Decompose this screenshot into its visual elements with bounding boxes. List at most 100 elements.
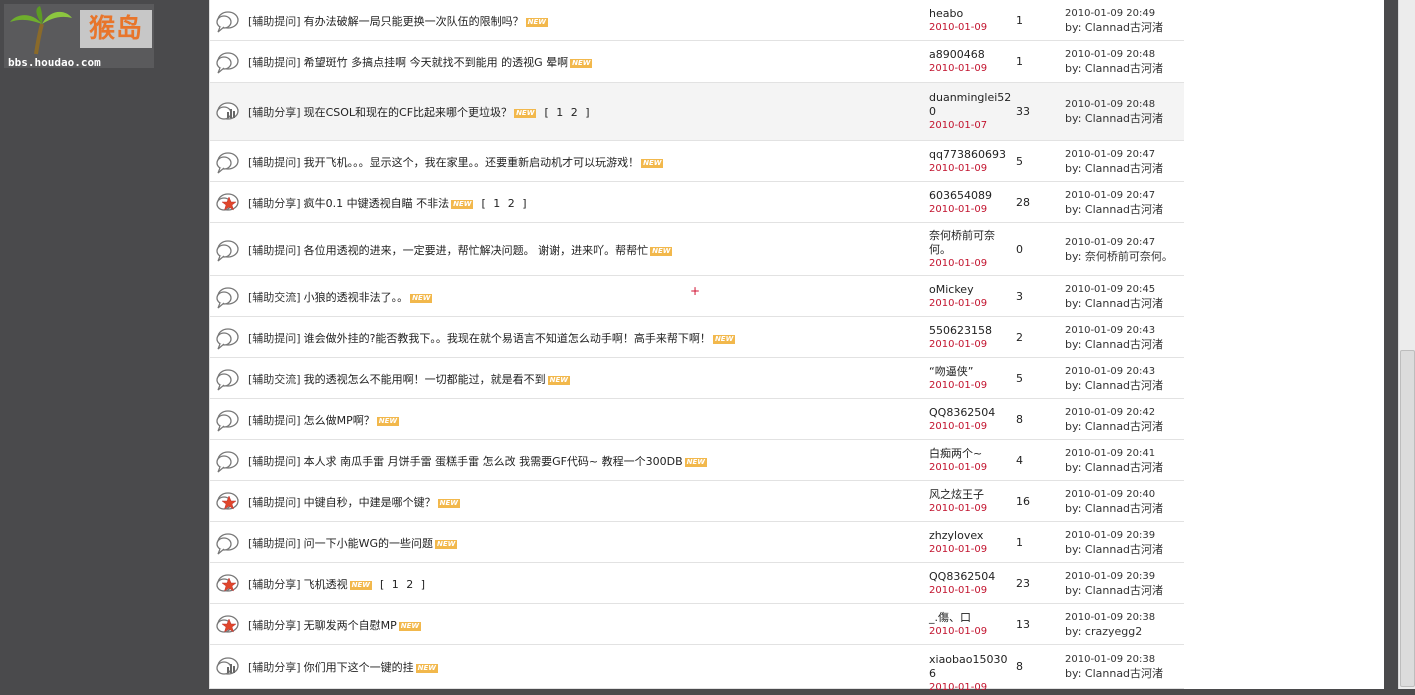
scrollbar-thumb[interactable] xyxy=(1400,350,1415,687)
thread-title-link[interactable]: 有办法破解一局只能更换一次队伍的限制吗？ xyxy=(304,15,524,28)
thread-row[interactable]: [辅助分享] 你们用下这个一键的挂 NEW xiaobao150306 2010-01-… xyxy=(210,645,1184,693)
last-post-time[interactable]: 2010-01-09 20:43 xyxy=(1065,324,1163,338)
thread-row[interactable]: [辅助提问] 怎么做MP啊？ NEW QQ8362504 2010-01-09 8 2010… xyxy=(210,399,1184,440)
thread-category[interactable]: [辅助提问] xyxy=(248,244,301,257)
author-name[interactable]: heabo xyxy=(929,7,1013,21)
thread-row[interactable]: [辅助提问] 本人求 南瓜手雷 月饼手雷 蛋糕手雷 怎么改 我需要GF代码~ 教程… xyxy=(210,440,1184,481)
last-post-author[interactable]: by: Clannad古河渚 xyxy=(1065,62,1163,76)
author-name[interactable]: QQ8362504 xyxy=(929,406,1013,420)
last-post-time[interactable]: 2010-01-09 20:41 xyxy=(1065,447,1163,461)
last-post-author[interactable]: by: Clannad古河渚 xyxy=(1065,584,1163,598)
author-name[interactable]: qq773860693 xyxy=(929,148,1013,162)
last-post-author[interactable]: by: Clannad古河渚 xyxy=(1065,297,1163,311)
author-name[interactable]: QQ8362504 xyxy=(929,570,1013,584)
author-name[interactable]: 550623158 xyxy=(929,324,1013,338)
thread-row[interactable]: [辅助分享] 无聊发两个自慰MP NEW _.傷、口 2010-01-09 13 2010-… xyxy=(210,604,1184,645)
last-post-time[interactable]: 2010-01-09 20:47 xyxy=(1065,189,1163,203)
thread-title-link[interactable]: 问一下小能WG的一些问题 xyxy=(304,537,433,550)
author-name[interactable]: “吻逼侠” xyxy=(929,365,1013,379)
thread-category[interactable]: [辅助提问] xyxy=(248,332,301,345)
thread-title-link[interactable]: 怎么做MP啊？ xyxy=(304,414,375,427)
last-post-time[interactable]: 2010-01-09 20:42 xyxy=(1065,406,1163,420)
author-name[interactable]: zhzylovex xyxy=(929,529,1013,543)
last-post-author[interactable]: by: Clannad古河渚 xyxy=(1065,21,1163,35)
last-post-author[interactable]: by: crazyegg2 xyxy=(1065,625,1155,639)
thread-category[interactable]: [辅助分享] xyxy=(248,197,301,210)
thread-category[interactable]: [辅助提问] xyxy=(248,414,301,427)
thread-title-link[interactable]: 我开飞机。。。显示这个，我在家里。。还要重新启动机才可以玩游戏！ xyxy=(304,156,640,169)
last-post-time[interactable]: 2010-01-09 20:39 xyxy=(1065,529,1163,543)
last-post-author[interactable]: by: Clannad古河渚 xyxy=(1065,667,1163,681)
thread-title-link[interactable]: 飞机透视 xyxy=(304,578,348,591)
thread-row[interactable]: [辅助提问] 有办法破解一局只能更换一次队伍的限制吗？ NEW heabo 2010-0… xyxy=(210,0,1184,41)
author-name[interactable]: xiaobao150306 xyxy=(929,653,1013,681)
thread-pages[interactable]: [ 1 2 ] xyxy=(481,197,528,210)
last-post-author[interactable]: by: Clannad古河渚 xyxy=(1065,338,1163,352)
last-post-time[interactable]: 2010-01-09 20:48 xyxy=(1065,98,1163,112)
thread-row[interactable]: [辅助分享] 飞机透视 NEW[ 1 2 ] QQ8362504 2010-01-09 2… xyxy=(210,563,1184,604)
last-post-author[interactable]: by: Clannad古河渚 xyxy=(1065,112,1163,126)
thread-row[interactable]: [辅助提问] 谁会做外挂的?能否教我下。。我现在就个易语言不知道怎么动手啊！高手来… xyxy=(210,317,1184,358)
thread-row[interactable]: [辅助分享] 现在CSOL和现在的CF比起来哪个更垃圾？ NEW [ 1 2 ] dua… xyxy=(210,83,1184,141)
thread-category[interactable]: [辅助提问] xyxy=(248,455,301,468)
author-name[interactable]: 奈何桥前可奈何。 xyxy=(929,229,1013,257)
thread-row[interactable]: [辅助分享] 疯牛0.1 中键透视自瞄 不非法 NEW [ 1 2 ] 60365408… xyxy=(210,182,1184,223)
thread-title-link[interactable]: 本人求 南瓜手雷 月饼手雷 蛋糕手雷 怎么改 我需要GF代码~ 教程一个300D… xyxy=(304,455,683,468)
thread-row[interactable]: [辅助交流] 小狼的透视非法了。。 NEW oMickey 2010-01-09 3 201… xyxy=(210,276,1184,317)
author-name[interactable]: _.傷、口 xyxy=(929,611,1013,625)
last-post-author[interactable]: by: 奈何桥前可奈何。 xyxy=(1065,250,1173,264)
last-post-time[interactable]: 2010-01-09 20:39 xyxy=(1065,570,1163,584)
last-post-author[interactable]: by: Clannad古河渚 xyxy=(1065,543,1163,557)
thread-title-link[interactable]: 希望斑竹 多搞点挂啊 今天就找不到能用 的透视G 晕啊 xyxy=(304,56,569,69)
thread-category[interactable]: [辅助分享] xyxy=(248,619,301,632)
last-post-author[interactable]: by: Clannad古河渚 xyxy=(1065,461,1163,475)
last-post-time[interactable]: 2010-01-09 20:45 xyxy=(1065,283,1163,297)
thread-category[interactable]: [辅助提问] xyxy=(248,56,301,69)
author-name[interactable]: 风之炫王子 xyxy=(929,488,1013,502)
thread-row[interactable]: [辅助提问] 各位用透视的进来，一定要进，帮忙解决问题。 谢谢，进来吖。帮帮忙 NE… xyxy=(210,223,1184,276)
last-post-author[interactable]: by: Clannad古河渚 xyxy=(1065,420,1163,434)
author-name[interactable]: duanminglei520 xyxy=(929,91,1013,119)
thread-row[interactable]: [辅助提问] 问一下小能WG的一些问题 NEW zhzylovex 2010-01-09… xyxy=(210,522,1184,563)
last-post-time[interactable]: 2010-01-09 20:47 xyxy=(1065,236,1173,250)
last-post-time[interactable]: 2010-01-09 20:47 xyxy=(1065,148,1163,162)
thread-category[interactable]: [辅助交流] xyxy=(248,373,301,386)
thread-pages[interactable]: [ 1 2 ] xyxy=(544,106,591,119)
last-post-author[interactable]: by: Clannad古河渚 xyxy=(1065,203,1163,217)
thread-title-link[interactable]: 各位用透视的进来，一定要进，帮忙解决问题。 谢谢，进来吖。帮帮忙 xyxy=(304,244,649,257)
last-post-author[interactable]: by: Clannad古河渚 xyxy=(1065,162,1163,176)
thread-title-link[interactable]: 疯牛0.1 中键透视自瞄 不非法 xyxy=(304,197,450,210)
thread-title-link[interactable]: 现在CSOL和现在的CF比起来哪个更垃圾？ xyxy=(304,106,512,119)
last-post-time[interactable]: 2010-01-09 20:49 xyxy=(1065,7,1163,21)
last-post-time[interactable]: 2010-01-09 20:38 xyxy=(1065,653,1163,667)
thread-category[interactable]: [辅助分享] xyxy=(248,661,301,674)
thread-category[interactable]: [辅助提问] xyxy=(248,15,301,28)
thread-category[interactable]: [辅助提问] xyxy=(248,156,301,169)
last-post-time[interactable]: 2010-01-09 20:48 xyxy=(1065,48,1163,62)
thread-pages[interactable]: [ 1 2 ] xyxy=(380,578,427,591)
thread-title-link[interactable]: 无聊发两个自慰MP xyxy=(304,619,397,632)
thread-title-link[interactable]: 小狼的透视非法了。。 xyxy=(304,291,409,304)
author-name[interactable]: a8900468 xyxy=(929,48,1013,62)
thread-row[interactable]: [辅助交流] 我的透视怎么不能用啊！一切都能过，就是看不到 NEW “吻逼侠” 2010… xyxy=(210,358,1184,399)
thread-category[interactable]: [辅助分享] xyxy=(248,578,301,591)
thread-row[interactable]: [辅助提问] 我开飞机。。。显示这个，我在家里。。还要重新启动机才可以玩游戏！ NE… xyxy=(210,141,1184,182)
thread-row[interactable]: [辅助提问] 中键自秒，中建是哪个键？ NEW 风之炫王子 2010-01-09 16 20… xyxy=(210,481,1184,522)
author-name[interactable]: 白痴两个~ xyxy=(929,447,1013,461)
thread-title-link[interactable]: 中键自秒，中建是哪个键？ xyxy=(304,496,436,509)
last-post-author[interactable]: by: Clannad古河渚 xyxy=(1065,379,1163,393)
author-name[interactable]: oMickey xyxy=(929,283,1013,297)
thread-row[interactable]: [辅助提问] 希望斑竹 多搞点挂啊 今天就找不到能用 的透视G 晕啊 NEW a890… xyxy=(210,41,1184,83)
thread-category[interactable]: [辅助提问] xyxy=(248,537,301,550)
thread-category[interactable]: [辅助分享] xyxy=(248,106,301,119)
last-post-author[interactable]: by: Clannad古河渚 xyxy=(1065,502,1163,516)
thread-category[interactable]: [辅助交流] xyxy=(248,291,301,304)
thread-title-link[interactable]: 我的透视怎么不能用啊！一切都能过，就是看不到 xyxy=(304,373,546,386)
last-post-time[interactable]: 2010-01-09 20:40 xyxy=(1065,488,1163,502)
thread-title-link[interactable]: 谁会做外挂的?能否教我下。。我现在就个易语言不知道怎么动手啊！高手来帮下啊！ xyxy=(304,332,711,345)
last-post-time[interactable]: 2010-01-09 20:43 xyxy=(1065,365,1163,379)
site-logo[interactable]: 猴岛 bbs.houdao.com xyxy=(4,4,154,69)
thread-title-link[interactable]: 你们用下这个一键的挂 xyxy=(304,661,414,674)
last-post-time[interactable]: 2010-01-09 20:38 xyxy=(1065,611,1155,625)
author-name[interactable]: 603654089 xyxy=(929,189,1013,203)
